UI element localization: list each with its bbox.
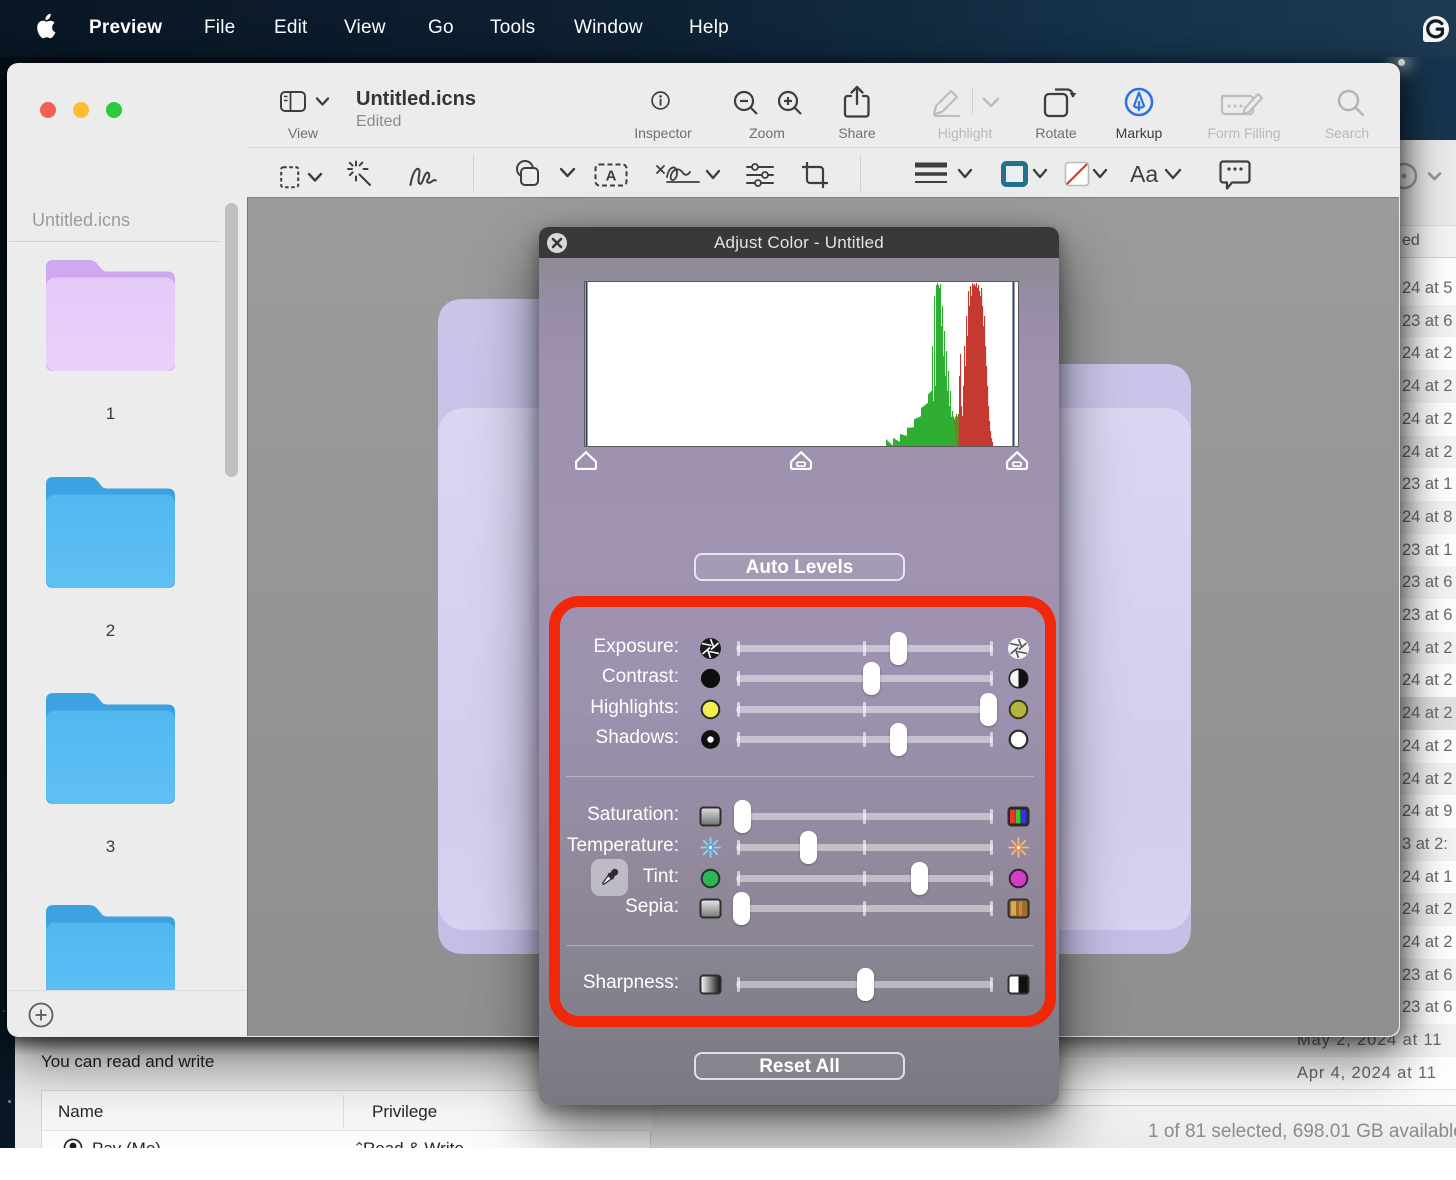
svg-text:A: A (606, 168, 617, 185)
